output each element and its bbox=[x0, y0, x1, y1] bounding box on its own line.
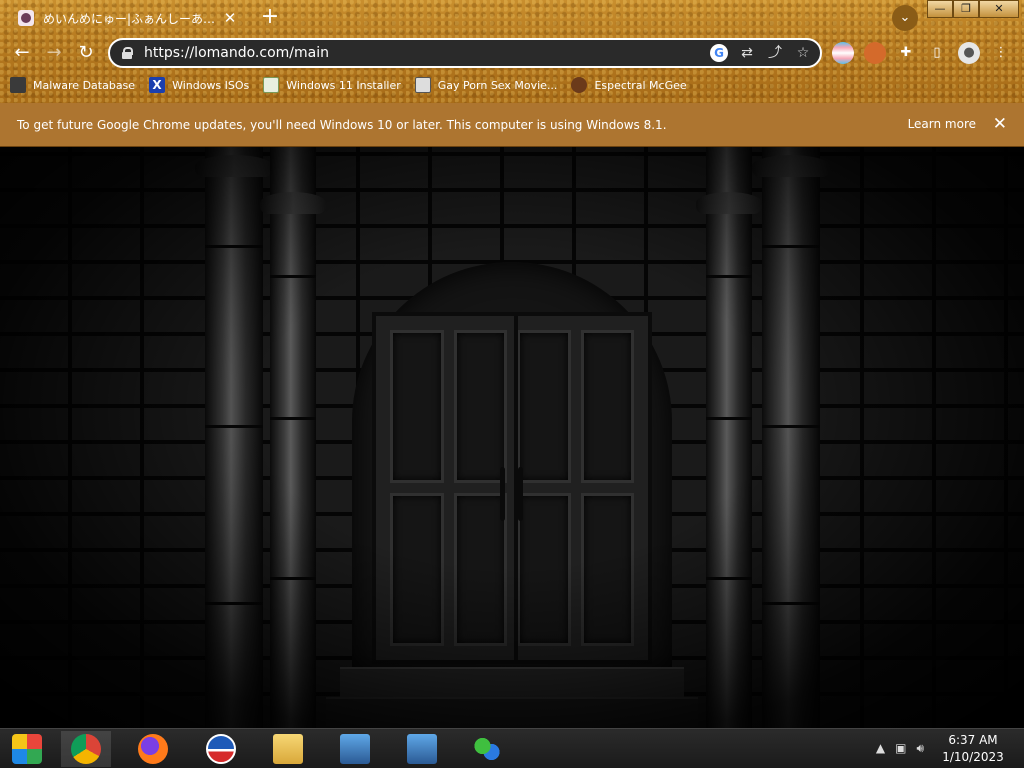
share-icon[interactable]: ⤴ bbox=[766, 44, 784, 62]
taskbar-obama-app[interactable] bbox=[196, 731, 246, 767]
tab-favicon-icon bbox=[18, 10, 34, 26]
maximize-button[interactable]: ❐ bbox=[953, 0, 979, 18]
bookmarks-bar: Malware Database X Windows ISOs Windows … bbox=[0, 73, 1024, 97]
infobar-message: To get future Google Chrome updates, you… bbox=[17, 117, 667, 132]
bookmark-espectral-mcgee[interactable]: Espectral McGee bbox=[571, 77, 687, 93]
infobar-close-icon[interactable]: ✕ bbox=[993, 114, 1007, 134]
url-input[interactable] bbox=[144, 45, 684, 61]
browser-frame: めいんめにゅー|ふぁんしーあいらんど ✕ + ⌄ — ❐ ✕ ← → ↻ G ⇄… bbox=[0, 0, 1024, 103]
taskbar-file-explorer[interactable] bbox=[263, 731, 313, 767]
new-tab-button[interactable]: + bbox=[258, 4, 282, 30]
taskbar-clock[interactable]: 6:37 AM 1/10/2023 bbox=[938, 732, 1008, 766]
system-tray: ▲ ▣ 🔊︎ bbox=[876, 741, 924, 756]
clock-date: 1/10/2023 bbox=[942, 750, 1004, 764]
movie-icon bbox=[414, 77, 431, 93]
start-logo-icon bbox=[12, 734, 42, 764]
extensions-puzzle-icon[interactable]: ✚ bbox=[895, 42, 917, 64]
firefox-icon bbox=[138, 734, 168, 764]
setup-computer-icon bbox=[407, 734, 437, 764]
bookmark-movie[interactable]: Gay Porn Sex Movie... bbox=[414, 77, 558, 93]
messenger-icon bbox=[472, 734, 502, 764]
bookmark-label: Windows 11 Installer bbox=[286, 78, 401, 92]
tab-title: めいんめにゅー|ふぁんしーあいらんど bbox=[43, 11, 222, 26]
folder-icon bbox=[273, 734, 303, 764]
tab-close-icon[interactable]: ✕ bbox=[222, 9, 238, 27]
malware-icon bbox=[10, 77, 26, 93]
minimize-button[interactable]: — bbox=[927, 0, 953, 18]
extension-avatar-icon[interactable] bbox=[864, 42, 886, 64]
learn-more-link[interactable]: Learn more bbox=[908, 117, 976, 131]
lock-icon[interactable] bbox=[122, 47, 133, 59]
tray-overflow-icon[interactable]: ▲ bbox=[876, 741, 885, 756]
avatar-icon bbox=[571, 77, 588, 93]
google-lens-icon[interactable]: G bbox=[710, 44, 728, 62]
close-window-button[interactable]: ✕ bbox=[979, 0, 1019, 18]
profile-avatar-icon[interactable]: ● bbox=[958, 42, 980, 64]
taskbar-installer-2[interactable] bbox=[397, 731, 447, 767]
network-icon[interactable]: ▣ bbox=[895, 741, 906, 756]
vignette-overlay bbox=[0, 147, 1024, 728]
forward-button[interactable]: → bbox=[41, 40, 67, 66]
tab-search-button[interactable]: ⌄ bbox=[892, 5, 918, 31]
browser-tab[interactable]: めいんめにゅー|ふぁんしーあいらんど ✕ bbox=[8, 4, 248, 32]
back-button[interactable]: ← bbox=[9, 40, 35, 66]
address-bar[interactable]: G ⇄ ⤴ ☆ bbox=[108, 38, 822, 68]
bookmark-windows-isos[interactable]: X Windows ISOs bbox=[149, 77, 249, 93]
x-icon: X bbox=[149, 77, 166, 93]
clock-time: 6:37 AM bbox=[948, 733, 998, 747]
side-panel-icon[interactable]: ▯ bbox=[926, 42, 948, 64]
taskbar-messenger[interactable] bbox=[462, 731, 512, 767]
start-button[interactable] bbox=[2, 731, 52, 767]
bookmark-label: Malware Database bbox=[33, 78, 136, 92]
installer-icon bbox=[263, 77, 280, 93]
taskbar-installer-1[interactable] bbox=[330, 731, 380, 767]
setup-computer-icon bbox=[340, 734, 370, 764]
update-infobar: To get future Google Chrome updates, you… bbox=[0, 103, 1024, 147]
windows-taskbar: ▲ ▣ 🔊︎ 6:37 AM 1/10/2023 bbox=[0, 728, 1024, 768]
reload-button[interactable]: ↻ bbox=[73, 40, 99, 66]
campaign-logo-icon bbox=[206, 734, 236, 764]
bookmark-malware-database[interactable]: Malware Database bbox=[10, 77, 135, 93]
bookmark-windows-11-installer[interactable]: Windows 11 Installer bbox=[263, 77, 401, 93]
bookmark-label: Gay Porn Sex Movie... bbox=[437, 78, 558, 92]
chrome-icon bbox=[71, 734, 101, 764]
bookmark-label: Windows ISOs bbox=[172, 78, 250, 92]
bookmark-label: Espectral McGee bbox=[594, 78, 687, 92]
bookmark-star-icon[interactable]: ☆ bbox=[794, 44, 812, 62]
extension-flag-icon[interactable] bbox=[832, 42, 854, 64]
volume-icon[interactable]: 🔊︎ bbox=[916, 741, 924, 756]
menu-kebab-icon[interactable]: ⋮ bbox=[990, 42, 1012, 64]
translate-icon[interactable]: ⇄ bbox=[738, 44, 756, 62]
taskbar-chrome[interactable] bbox=[61, 731, 111, 767]
page-content bbox=[0, 147, 1024, 728]
taskbar-firefox[interactable] bbox=[128, 731, 178, 767]
